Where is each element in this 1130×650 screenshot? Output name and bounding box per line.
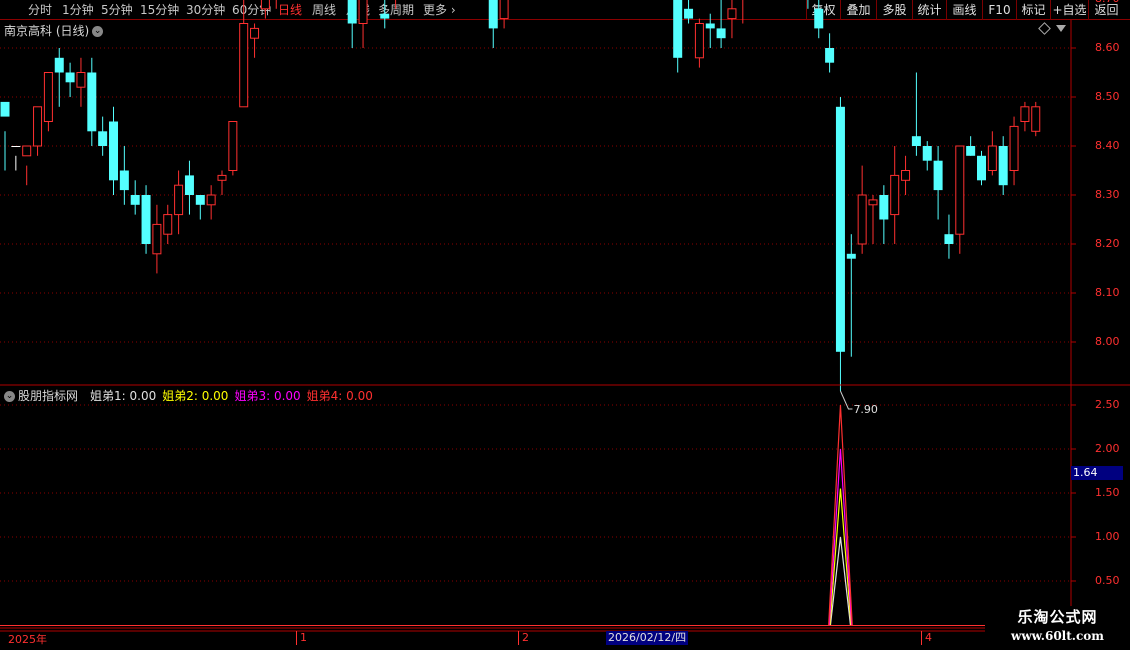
date-tick-label: 1	[296, 631, 307, 645]
indicator-title: ⌄ 股朋指标网 姐弟1: 0.00 姐弟2: 0.00 姐弟3: 0.00 姐弟4: 0.…	[4, 387, 385, 404]
candle-body[interactable]	[998, 146, 1008, 186]
candle-body[interactable]	[673, 0, 683, 58]
candle-body[interactable]	[152, 223, 162, 255]
indicator-value-2: 姐弟2: 0.00	[162, 389, 229, 403]
current-value-badge: 1.64	[1071, 466, 1123, 480]
candle-body[interactable]	[206, 194, 216, 206]
candle-body[interactable]	[987, 145, 997, 171]
candle-body[interactable]	[814, 8, 824, 29]
candle-body[interactable]	[184, 175, 194, 195]
candle-body[interactable]	[846, 253, 856, 259]
indicator-value-1: 姐弟1: 0.00	[90, 389, 157, 403]
candle-body[interactable]	[977, 155, 986, 181]
candle-body[interactable]	[347, 0, 357, 24]
candle-body[interactable]	[944, 234, 954, 244]
candle-body[interactable]	[11, 146, 21, 147]
candle-body[interactable]	[228, 121, 238, 171]
candle-body[interactable]	[33, 106, 43, 147]
indicator-tick-label: 1.50	[1095, 486, 1120, 499]
candle-body[interactable]	[54, 57, 64, 73]
candle-body[interactable]	[358, 0, 368, 24]
indicator-tick-label: 2.50	[1095, 398, 1120, 411]
low-label: 7.90	[853, 403, 878, 416]
candle-body[interactable]	[694, 23, 704, 59]
candle-body[interactable]	[890, 174, 900, 216]
candle-body[interactable]	[109, 121, 118, 181]
candlestick-chart[interactable]: 9.237.90	[0, 0, 1130, 650]
price-tick-label: 8.40	[1095, 139, 1120, 152]
indicator-name: 股朋指标网	[18, 389, 79, 403]
candle-body[interactable]	[684, 8, 694, 19]
candle-body[interactable]	[65, 72, 75, 83]
price-tick-label: 8.00	[1095, 335, 1120, 348]
selected-date: 2026/02/12/四	[606, 631, 689, 645]
candle-body[interactable]	[1009, 125, 1019, 171]
candle-body[interactable]	[879, 195, 889, 220]
candle-body[interactable]	[1020, 106, 1030, 123]
candle-body[interactable]	[87, 72, 97, 132]
candle-body[interactable]	[488, 0, 498, 29]
price-tick-label: 8.30	[1095, 188, 1120, 201]
chevron-down-icon[interactable]: ⌄	[4, 391, 15, 402]
watermark-url: www.60lt.com	[1011, 629, 1104, 643]
candle-body[interactable]	[911, 136, 921, 146]
candle-body[interactable]	[250, 27, 260, 39]
price-tick-label: 8.10	[1095, 286, 1120, 299]
low-pointer	[839, 390, 853, 410]
candle-body[interactable]	[22, 145, 32, 157]
candle-body[interactable]	[705, 23, 715, 29]
candle-body[interactable]	[922, 146, 932, 161]
price-tick-label: 8.20	[1095, 237, 1120, 250]
candle-body[interactable]	[727, 8, 737, 20]
candle-body[interactable]	[868, 199, 878, 206]
indicator-value-3: 姐弟3: 0.00	[234, 389, 301, 403]
candle-body[interactable]	[1031, 106, 1041, 132]
watermark: 乐淘公式网 www.60lt.com	[985, 606, 1130, 650]
candle-body[interactable]	[163, 214, 173, 235]
candle-body[interactable]	[825, 48, 835, 63]
indicator-tick-label: 2.00	[1095, 442, 1120, 455]
candle-body[interactable]	[195, 195, 205, 205]
candle-body[interactable]	[130, 195, 140, 205]
candle-body[interactable]	[76, 72, 86, 88]
price-tick-label: 8.60	[1095, 41, 1120, 54]
candle-body[interactable]	[98, 131, 108, 146]
candle-body[interactable]	[933, 160, 943, 191]
indicator-tick-label: 0.50	[1095, 574, 1120, 587]
indicator-value-4: 姐弟4: 0.00	[306, 389, 373, 403]
date-tick-label: 2025年	[8, 633, 47, 646]
candle-body[interactable]	[174, 184, 184, 216]
candle-body[interactable]	[901, 170, 911, 181]
candle-body[interactable]	[835, 106, 845, 352]
date-tick-label: 4	[921, 631, 932, 645]
candle-body[interactable]	[0, 101, 10, 117]
candle-body[interactable]	[260, 0, 270, 10]
candle-body[interactable]	[966, 146, 976, 156]
watermark-title: 乐淘公式网	[1017, 608, 1098, 626]
price-tick-label: 8.70	[1095, 0, 1120, 5]
price-tick-label: 8.50	[1095, 90, 1120, 103]
candle-body[interactable]	[955, 145, 965, 235]
candle-body[interactable]	[239, 23, 249, 108]
candle-body[interactable]	[380, 13, 390, 19]
candle-body[interactable]	[499, 0, 509, 20]
candle-body[interactable]	[141, 195, 151, 244]
date-tick-label: 2	[518, 631, 529, 645]
indicator-tick-label: 1.00	[1095, 530, 1120, 543]
candle-body[interactable]	[857, 194, 867, 245]
candle-body[interactable]	[217, 174, 227, 181]
candle-body[interactable]	[119, 170, 129, 191]
candle-body[interactable]	[43, 72, 53, 122]
candle-body[interactable]	[716, 28, 726, 39]
